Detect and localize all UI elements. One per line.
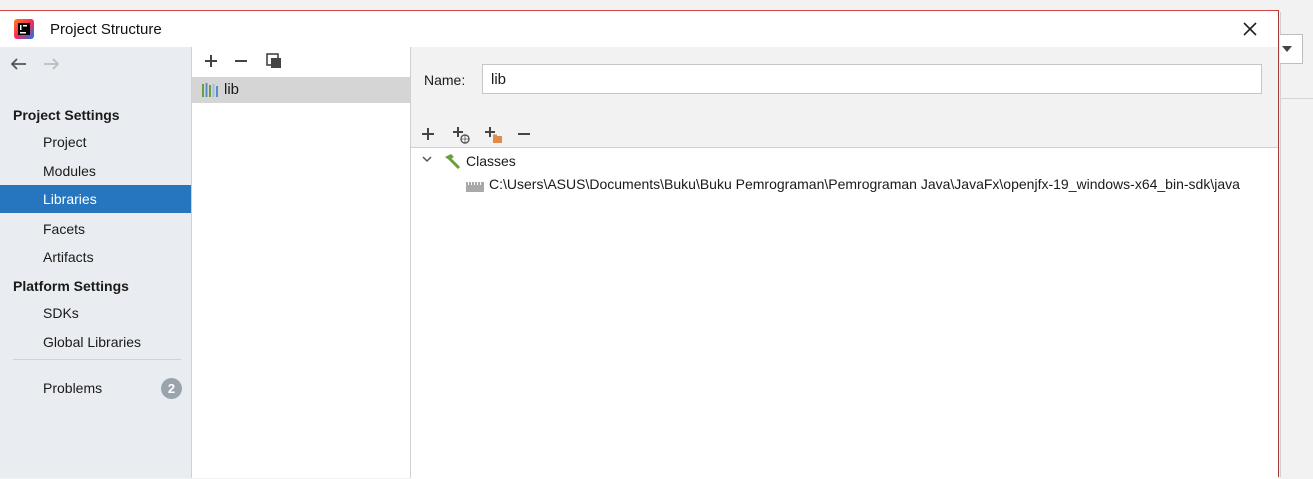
title-bar: Project Structure (0, 11, 1278, 47)
classes-icon (445, 154, 461, 169)
sidebar-item-facets[interactable]: Facets (0, 215, 191, 243)
project-structure-dialog: Project Structure Project Settings Proje… (0, 10, 1279, 479)
libraries-toolbar (192, 47, 410, 69)
sidebar-item-sdks[interactable]: SDKs (0, 299, 191, 327)
library-icon (202, 83, 218, 97)
close-icon (1243, 22, 1257, 36)
list-item[interactable]: lib (192, 77, 410, 103)
sidebar-item-project[interactable]: Project (0, 128, 191, 156)
sidebar-item-global-libraries[interactable]: Global Libraries (0, 328, 191, 356)
ide-background-panel (1280, 12, 1313, 477)
libraries-list-panel: lib (192, 47, 411, 478)
name-field[interactable] (482, 64, 1262, 94)
platform-settings-header: Platform Settings (13, 278, 129, 294)
divider (1280, 98, 1313, 99)
name-label: Name: (424, 72, 466, 88)
remove-icon[interactable] (231, 51, 251, 71)
sidebar-item-modules[interactable]: Modules (0, 157, 191, 185)
add-icon[interactable] (201, 51, 221, 71)
sidebar-item-libraries[interactable]: Libraries (0, 185, 191, 213)
add-url-icon[interactable] (449, 123, 471, 145)
close-button[interactable] (1236, 17, 1264, 41)
classes-tree: Classes C:\Users\ASUS\Documents\Buku\Buk… (411, 147, 1278, 479)
back-arrow-icon[interactable] (8, 53, 30, 75)
classes-label: Classes (466, 153, 516, 169)
chevron-down-icon (1282, 46, 1292, 52)
add-icon[interactable] (417, 123, 439, 145)
sidebar: Project Settings Project Modules Librari… (0, 47, 192, 478)
divider (13, 359, 181, 360)
project-settings-header: Project Settings (13, 107, 120, 123)
navigation-arrows (8, 53, 62, 77)
add-folder-icon[interactable] (481, 123, 503, 145)
sidebar-item-artifacts[interactable]: Artifacts (0, 243, 191, 271)
problems-count-badge: 2 (161, 378, 182, 399)
copy-icon[interactable] (264, 51, 284, 71)
tree-node-classes[interactable]: Classes (411, 149, 1278, 173)
chevron-down-icon[interactable] (421, 153, 433, 165)
dialog-title: Project Structure (50, 21, 162, 38)
remove-icon[interactable] (513, 123, 535, 145)
tree-node-jar[interactable]: C:\Users\ASUS\Documents\Buku\Buku Pemrog… (411, 174, 1278, 198)
library-name: lib (224, 81, 240, 98)
jar-path-label: C:\Users\ASUS\Documents\Buku\Buku Pemrog… (489, 176, 1240, 192)
jar-icon (466, 182, 484, 192)
forward-arrow-icon[interactable] (40, 53, 62, 75)
library-details-panel: Name: lib Classes C:\Users\ASUS\Document… (411, 47, 1278, 479)
intellij-app-icon (14, 19, 34, 39)
